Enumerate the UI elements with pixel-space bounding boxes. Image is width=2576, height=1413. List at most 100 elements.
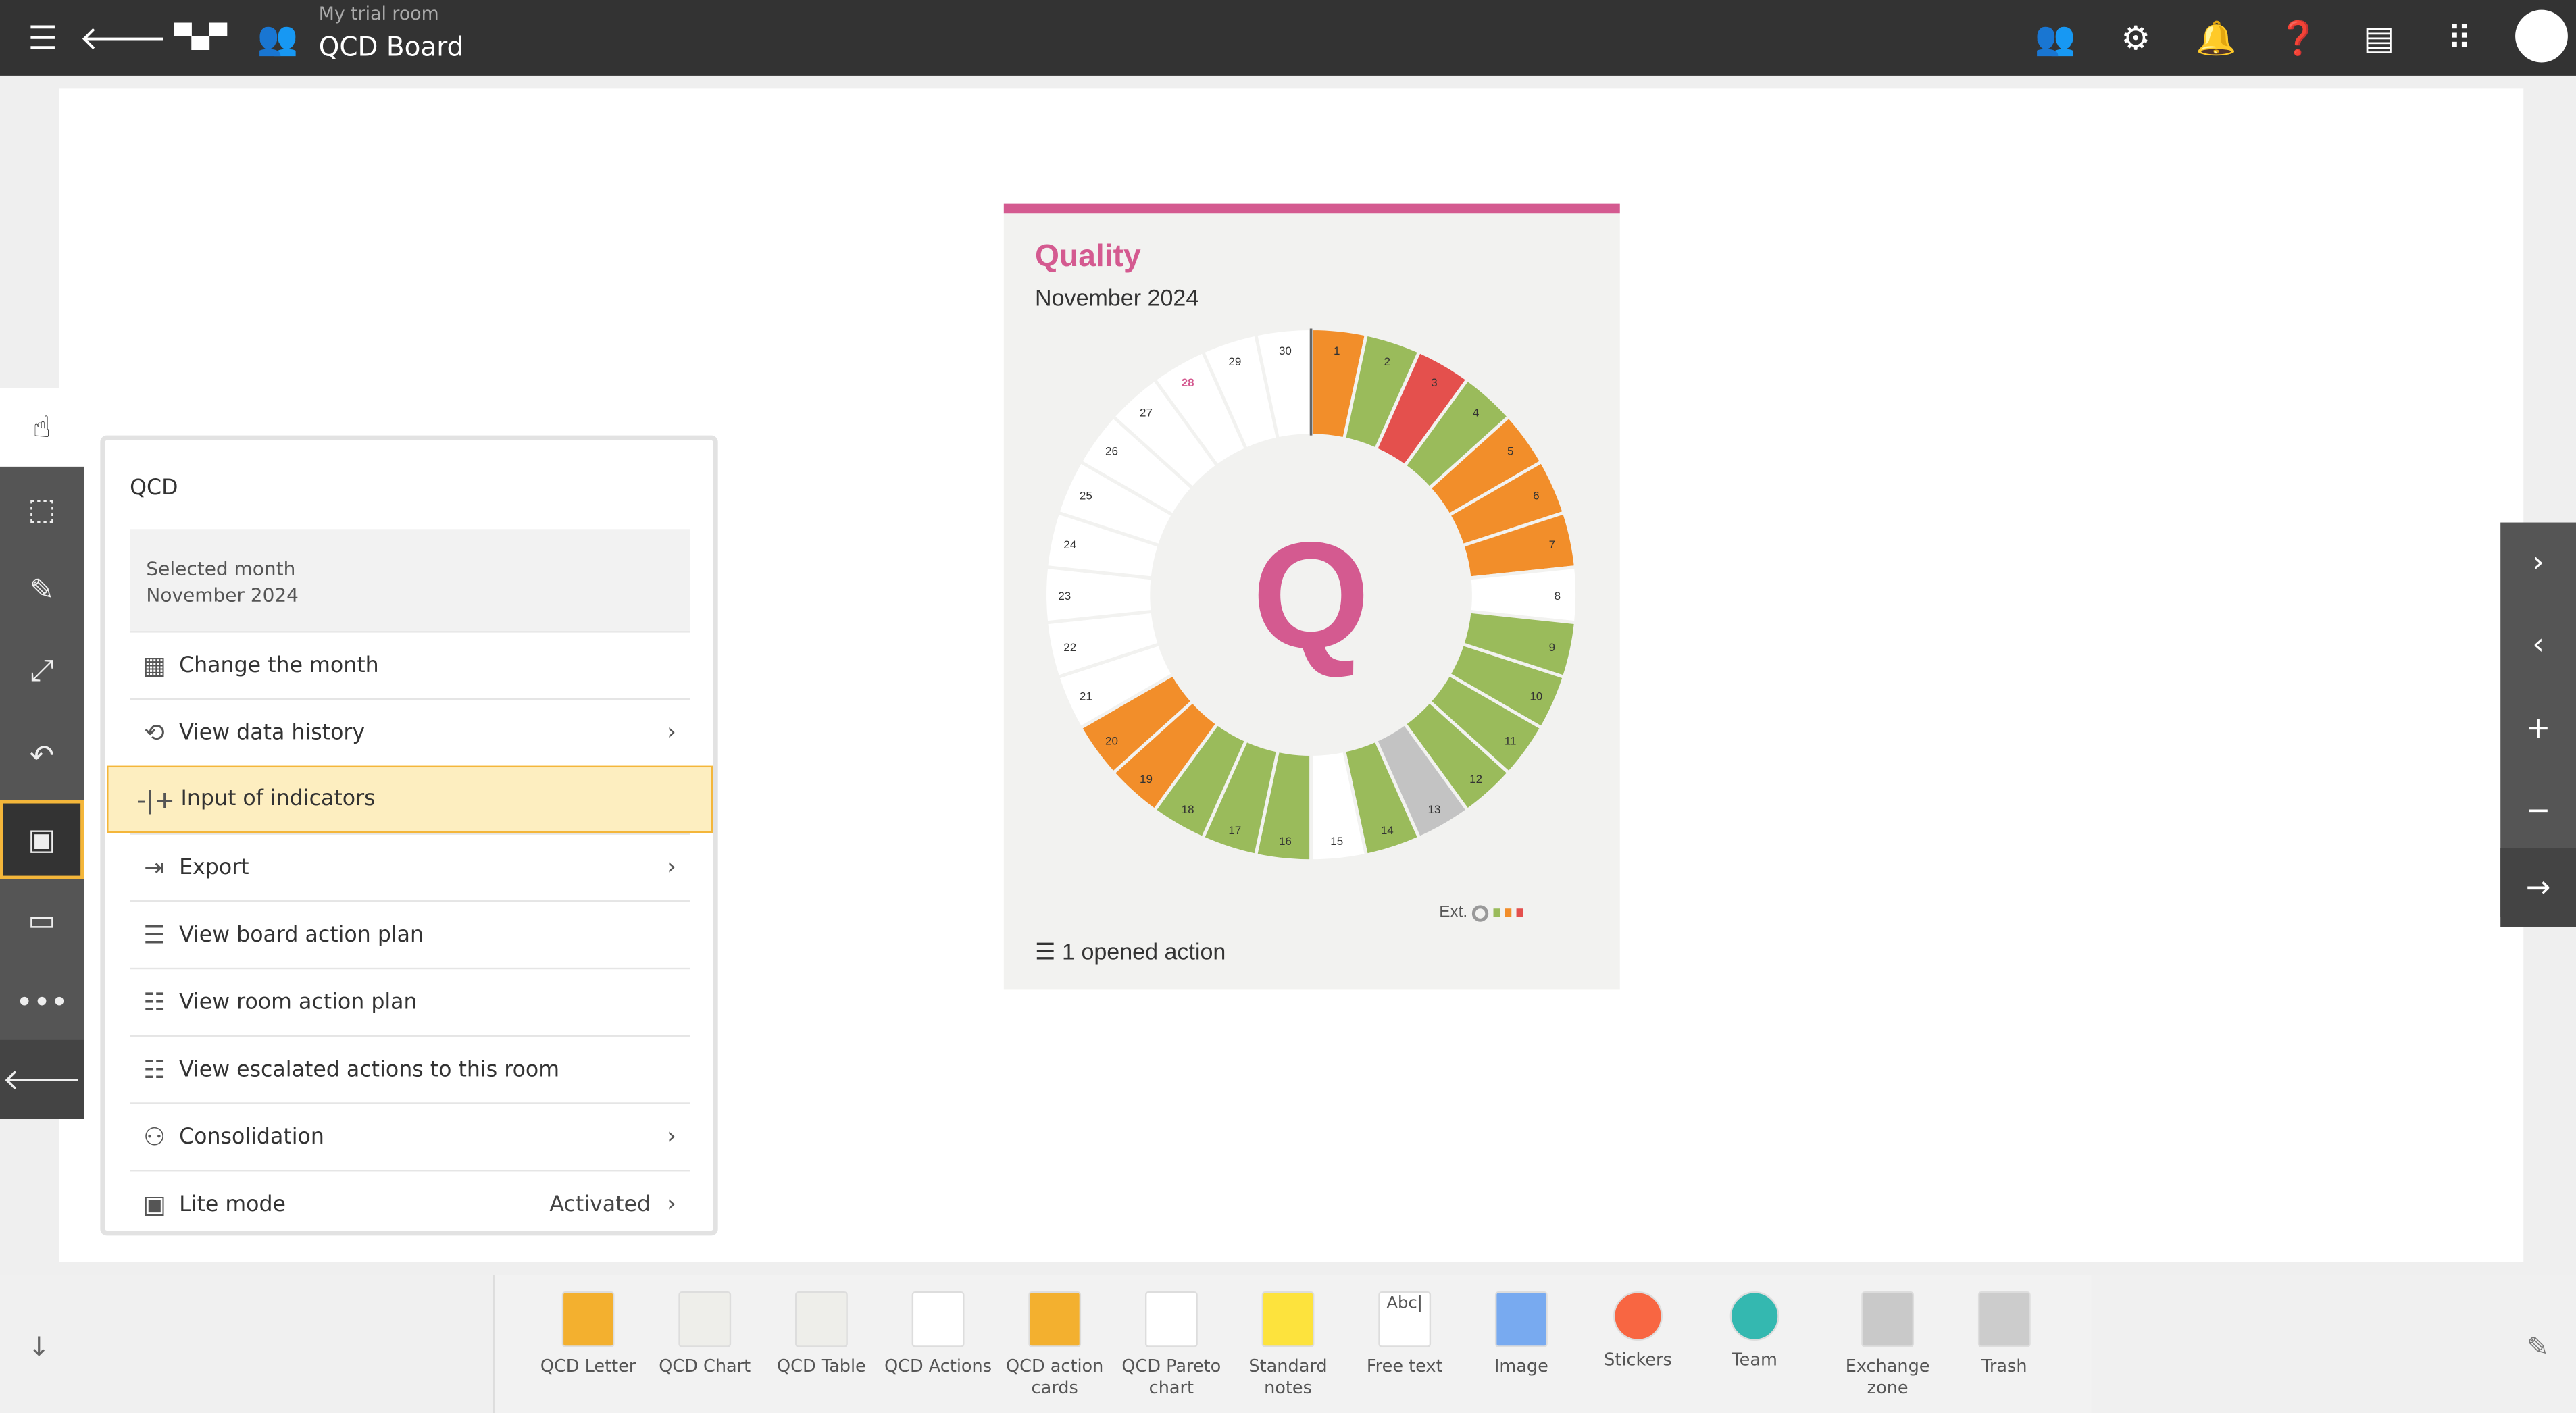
day-label: 29 [1228, 355, 1241, 368]
day-label: 17 [1228, 824, 1241, 837]
tray-item-label: Exchange zone [1845, 1357, 1930, 1399]
menu-item[interactable]: ☷ View room action plan [130, 967, 690, 1035]
free-text-icon-text: Abc| [1386, 1294, 1423, 1313]
menu-item-label: Consolidation [179, 1125, 324, 1150]
day-label: 13 [1428, 803, 1440, 816]
arrow-right-icon[interactable]: → [2500, 848, 2576, 927]
menu-item[interactable]: ▣ Lite mode Activated › [130, 1170, 690, 1237]
tray-item-icon [794, 1291, 848, 1347]
day-label: 14 [1381, 824, 1394, 837]
tray-item[interactable]: QCD Pareto chart [1114, 1291, 1229, 1400]
tray-item[interactable]: Exchange zone [1830, 1291, 1945, 1400]
day-label: 1 [1334, 344, 1340, 357]
ext-label: Ext. [1439, 903, 1468, 922]
avatar[interactable] [2515, 9, 2568, 63]
bottom-tray: ↓ QCD Letter QCD Chart QCD Table QCD Action… [0, 1275, 2576, 1413]
tray-item[interactable]: QCD action cards [997, 1291, 1112, 1400]
selected-month: Selected month November 2024 [130, 529, 690, 632]
target-icon [1472, 904, 1489, 921]
tray-item-icon [561, 1291, 615, 1347]
tray-item-label: QCD Table [777, 1357, 866, 1377]
tray-item-label: Standard notes [1248, 1357, 1328, 1399]
zoom-in-icon[interactable]: + [2500, 688, 2576, 767]
menu-item-label: Lite mode [179, 1191, 286, 1217]
chevron-right-icon: › [667, 854, 676, 881]
tray-item[interactable]: Abc| Free text [1347, 1291, 1462, 1379]
menu-item[interactable]: ▦ Change the month [130, 631, 690, 698]
tray-item-icon [911, 1291, 965, 1347]
collapse-arrow-icon[interactable]: 🡐 [0, 1039, 84, 1119]
room-name[interactable]: My trial room [319, 3, 439, 25]
chevron-left-icon[interactable]: ‹ [2500, 605, 2576, 684]
back-arrow-icon[interactable]: 🡐 [79, 13, 167, 62]
menu-item-label: View escalated actions to this room [179, 1057, 560, 1082]
tray-item-icon [1729, 1291, 1779, 1341]
top-bar: ☰ 🡐 ▀▄▀ 👥 My trial room QCD Board 👥 ⚙ 🔔 … [0, 0, 2576, 76]
day-label: 26 [1105, 444, 1118, 457]
menu-item[interactable]: ⟲ View data history › [130, 698, 690, 766]
arrow-down-icon[interactable]: ↓ [28, 1331, 50, 1362]
board-menu-icon[interactable]: ▣ [0, 800, 84, 879]
tray-item[interactable]: Trash [1947, 1291, 2062, 1379]
calendar-icon: ▦ [143, 650, 166, 681]
tray-item[interactable]: Stickers [1580, 1291, 1695, 1372]
day-label: 10 [1530, 690, 1542, 702]
opened-actions[interactable]: ☰ 1 opened action [1035, 938, 1226, 966]
tray-item-icon [1028, 1291, 1082, 1347]
notes-icon[interactable]: ▤ [2354, 13, 2404, 62]
help-icon[interactable]: ❓ [2274, 13, 2323, 62]
tray-item[interactable]: QCD Actions [880, 1291, 995, 1379]
tray-item-label: QCD Letter [540, 1357, 636, 1377]
tray-item[interactable]: QCD Letter [530, 1291, 645, 1379]
right-navigation: › ‹ + − → [2500, 522, 2576, 927]
menu-item[interactable]: -|+ Input of indicators [107, 765, 713, 833]
menu-item-label: Change the month [179, 652, 379, 678]
tray-item[interactable]: Image [1464, 1291, 1579, 1379]
apps-grid-icon[interactable]: ⠿ [2435, 13, 2484, 62]
more-icon[interactable]: ••• [0, 963, 84, 1042]
chevron-right-icon: › [667, 1123, 676, 1150]
tray-item[interactable]: QCD Table [764, 1291, 879, 1379]
select-icon[interactable]: ⬚ [0, 470, 84, 549]
legend-orange [1505, 908, 1512, 917]
tray-item-label: Image [1494, 1357, 1548, 1377]
day-label: 23 [1058, 590, 1071, 602]
pointer-icon[interactable]: ☝ [0, 388, 84, 467]
tray-item-label: Trash [1981, 1357, 2027, 1377]
hierarchy-icon: ⚇ [143, 1122, 166, 1152]
day-label: 18 [1182, 803, 1194, 816]
layout-icon[interactable]: ▀▄▀ [174, 13, 227, 62]
menu-item-label: Input of indicators [180, 787, 376, 812]
menu-item-label: View room action plan [179, 990, 418, 1015]
zoom-out-icon[interactable]: − [2500, 771, 2576, 850]
tray-item[interactable]: Team [1697, 1291, 1812, 1372]
presentation-icon[interactable]: ▭ [0, 881, 84, 960]
tray-item-label: QCD Actions [884, 1357, 992, 1377]
gear-icon[interactable]: ⚙ [2111, 13, 2161, 62]
tray-item[interactable]: Standard notes [1230, 1291, 1345, 1400]
menu-item-label: View board action plan [179, 922, 424, 948]
day-label: 30 [1279, 344, 1292, 357]
users-icon[interactable]: 👥 [2031, 13, 2080, 62]
chevron-right-icon[interactable]: › [2500, 523, 2576, 602]
menu-item[interactable]: ⇥ Export › [130, 833, 690, 900]
pencil-icon[interactable]: ✎ [0, 550, 84, 630]
menu-item[interactable]: ☷ View escalated actions to this room [130, 1035, 690, 1103]
menu-item[interactable]: ⚇ Consolidation › [130, 1102, 690, 1170]
undo-icon[interactable]: ↶ [0, 717, 84, 796]
lite-mode-icon: ▣ [143, 1189, 166, 1219]
quality-card[interactable]: Quality November 2024 1 2 3 4 5 6 7 8 9 10 11 12 13 1… [1003, 203, 1620, 990]
menu-item[interactable]: ☰ View board action plan [130, 900, 690, 968]
list-icon: ☰ [1035, 938, 1063, 965]
tray-item[interactable]: QCD Chart [647, 1291, 762, 1379]
connector-icon[interactable]: ⤢ [0, 631, 84, 710]
day-label: 25 [1080, 489, 1092, 502]
pencil-icon[interactable]: ✎ [2527, 1331, 2549, 1362]
bell-icon[interactable]: 🔔 [2192, 13, 2241, 62]
escalated-icon: ☷ [143, 1054, 166, 1085]
tray-item-icon [1494, 1291, 1548, 1347]
day-label: 16 [1279, 835, 1292, 848]
menu-icon[interactable]: ☰ [18, 13, 68, 62]
day-label: 28 [1182, 376, 1194, 389]
day-label: 15 [1330, 835, 1343, 848]
